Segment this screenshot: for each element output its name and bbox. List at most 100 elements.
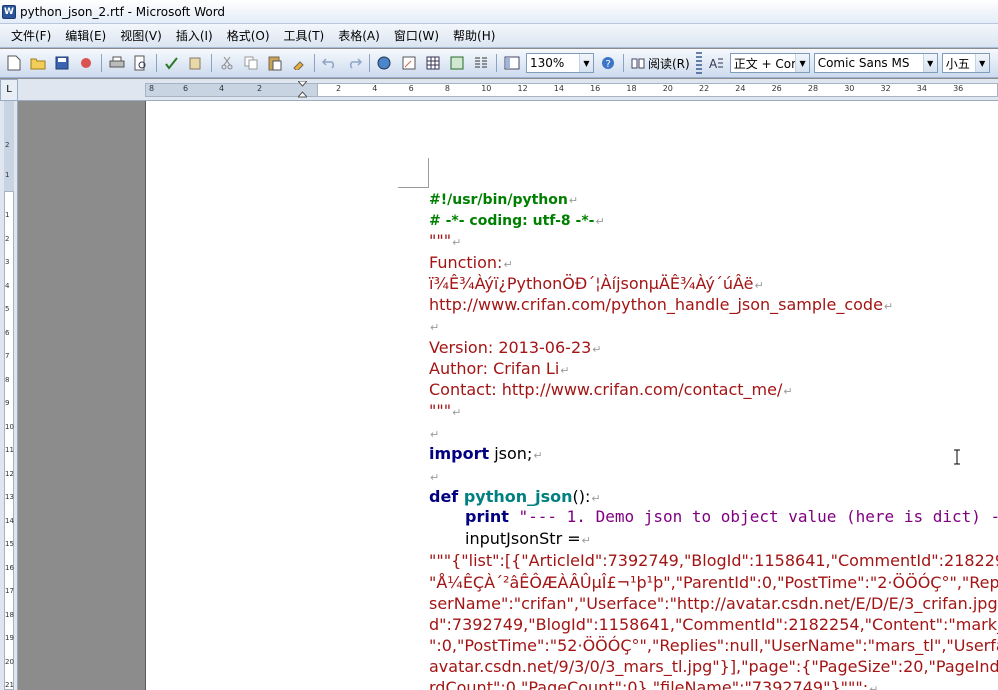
- code-line[interactable]: serName":"crifan","Userface":"http://ava…: [429, 594, 998, 614]
- code-line[interactable]: ↵: [429, 466, 439, 488]
- paragraph-mark-icon: ↵: [783, 385, 793, 398]
- cut-icon[interactable]: [217, 53, 237, 73]
- ruler-number: 20: [662, 84, 673, 93]
- paragraph-mark-icon: ↵: [430, 471, 440, 484]
- chevron-down-icon[interactable]: ▼: [974, 54, 989, 72]
- print-icon[interactable]: [107, 53, 127, 73]
- code-line[interactable]: Version: 2013-06-23↵: [429, 338, 602, 360]
- code-line[interactable]: ï¾Ê¾Àýï¿PythonÖÐ´¦ÀíjsonµÄÊ¾Àý´úÂë↵: [429, 274, 764, 296]
- reading-mode-button[interactable]: 阅读(R): [627, 55, 694, 72]
- toolbar-separator: [369, 54, 370, 72]
- columns-icon[interactable]: [471, 53, 491, 73]
- reading-mode-label: 阅读(R): [648, 56, 690, 71]
- help-icon[interactable]: ?: [598, 53, 618, 73]
- code-line[interactable]: Author: Crifan Li↵: [429, 359, 570, 381]
- menu-insert[interactable]: 插入(I): [169, 27, 220, 44]
- paragraph-mark-icon: ↵: [560, 364, 570, 377]
- code-line[interactable]: #!/usr/bin/python↵: [429, 189, 578, 211]
- horizontal-ruler[interactable]: 8 6 4 2 2 4 6 8 10 12 14 16 18 20 22 24 26 28 30 32 34 36: [18, 79, 998, 101]
- tables-borders-icon[interactable]: [399, 53, 419, 73]
- menu-tools[interactable]: 工具(T): [277, 27, 332, 44]
- save-disk-icon[interactable]: [52, 53, 72, 73]
- code-line[interactable]: inputJsonStr =↵: [465, 529, 591, 551]
- paste-icon[interactable]: [265, 53, 285, 73]
- menu-help[interactable]: 帮助(H): [446, 27, 502, 44]
- code-string: http://www.crifan.com/python_handle_json…: [429, 295, 883, 314]
- chevron-down-icon[interactable]: ▼: [579, 54, 593, 72]
- code-string: ï¾Ê¾Àýï¿PythonÖÐ´¦ÀíjsonµÄÊ¾Àý´úÂë: [429, 274, 754, 293]
- title-bar: W python_json_2.rtf - Microsoft Word: [0, 0, 998, 24]
- menu-file[interactable]: 文件(F): [4, 27, 58, 44]
- open-folder-icon[interactable]: [28, 53, 48, 73]
- menu-format[interactable]: 格式(O): [220, 27, 277, 44]
- code-string: """{"list":[{"ArticleId":7392749,"BlogId…: [429, 551, 998, 570]
- zoom-select[interactable]: 130% ▼: [526, 53, 594, 73]
- menu-window[interactable]: 窗口(W): [387, 27, 446, 44]
- document-map-icon[interactable]: [502, 53, 522, 73]
- styles-formatting-icon[interactable]: A: [706, 53, 726, 73]
- vruler-number: 2: [5, 141, 10, 149]
- crop-mark: [398, 187, 428, 188]
- font-size-select[interactable]: 小五 ▼: [941, 53, 990, 73]
- svg-text:A: A: [709, 57, 718, 70]
- ruler-number: 4: [219, 84, 225, 93]
- code-line[interactable]: """↵: [429, 401, 461, 423]
- code-string: avatar.csdn.net/9/3/0/3_mars_tl.jpg"}],"…: [429, 657, 998, 676]
- permission-icon[interactable]: [76, 53, 96, 73]
- code-line[interactable]: ↵: [429, 423, 439, 445]
- code-line[interactable]: print "--- 1. Demo json to object value …: [465, 507, 998, 529]
- ruler-number: 18: [626, 84, 637, 93]
- code-line[interactable]: rdCount":0,"PageCount":0},"fileName":"73…: [429, 678, 878, 690]
- font-select[interactable]: Comic Sans MS ▼: [813, 53, 938, 73]
- undo-icon[interactable]: [320, 53, 340, 73]
- code-line[interactable]: Contact: http://www.crifan.com/contact_m…: [429, 380, 793, 402]
- font-value: Comic Sans MS: [817, 56, 910, 70]
- code-string: Version: 2013-06-23: [429, 338, 592, 357]
- insert-table-icon[interactable]: [423, 53, 443, 73]
- toolbar-grip-handle[interactable]: [695, 52, 702, 74]
- toolbar-separator: [496, 54, 497, 72]
- code-line[interactable]: http://www.crifan.com/python_handle_json…: [429, 295, 893, 317]
- style-value: 正文 + Cor: [733, 56, 796, 71]
- research-icon[interactable]: [186, 53, 206, 73]
- document-page[interactable]: #!/usr/bin/python↵ # -*- coding: utf-8 -*…: [145, 101, 998, 690]
- document-area[interactable]: #!/usr/bin/python↵ # -*- coding: utf-8 -*…: [18, 101, 998, 690]
- code-line[interactable]: d":7392749,"BlogId":1158641,"CommentId":…: [429, 615, 998, 635]
- style-select[interactable]: 正文 + Cor ▼: [729, 53, 810, 73]
- menu-table[interactable]: 表格(A): [331, 27, 387, 44]
- code-line[interactable]: ":0,"PostTime":"52·ÖÖÓÇ°","Replies":null…: [429, 636, 998, 656]
- menu-edit[interactable]: 编辑(E): [58, 27, 113, 44]
- copy-icon[interactable]: [241, 53, 261, 73]
- vruler-number: 7: [5, 352, 10, 360]
- vruler-number: 15: [5, 540, 14, 548]
- chevron-down-icon[interactable]: ▼: [922, 54, 937, 72]
- code-line[interactable]: avatar.csdn.net/9/3/0/3_mars_tl.jpg"}],"…: [429, 657, 998, 677]
- format-painter-icon[interactable]: [289, 53, 309, 73]
- hyperlink-icon[interactable]: [375, 53, 395, 73]
- code-line[interactable]: Function:↵: [429, 253, 513, 275]
- code-line[interactable]: "Å¼ÊÇÀ´²âÊÔÆÀÂÛµÎ£¬¹þ¹þ","ParentId":0,"P…: [429, 573, 998, 593]
- vruler-number: 13: [5, 493, 14, 501]
- paragraph-mark-icon: ↵: [452, 236, 462, 249]
- code-string: rdCount":0,"PageCount":0},"fileName":"73…: [429, 678, 869, 690]
- vruler-number: 12: [5, 469, 14, 478]
- vruler-number: 17: [5, 587, 14, 595]
- indent-marker-icon[interactable]: [298, 81, 307, 99]
- new-document-icon[interactable]: [4, 53, 24, 73]
- code-line[interactable]: def python_json():↵: [429, 487, 601, 509]
- redo-icon[interactable]: [344, 53, 364, 73]
- code-line[interactable]: """↵: [429, 231, 461, 253]
- spelling-icon[interactable]: [162, 53, 182, 73]
- chevron-down-icon[interactable]: ▼: [795, 54, 809, 72]
- menu-view[interactable]: 视图(V): [113, 27, 169, 44]
- code-line[interactable]: import json;↵: [429, 444, 543, 466]
- insert-excel-icon[interactable]: [447, 53, 467, 73]
- word-app-icon[interactable]: W: [2, 4, 16, 19]
- tab-selector[interactable]: L: [0, 79, 18, 101]
- code-line[interactable]: ↵: [429, 316, 439, 338]
- vertical-ruler[interactable]: 2112345678910111213141516171819202122: [0, 101, 18, 690]
- code-line[interactable]: # -*- coding: utf-8 -*-↵: [429, 210, 605, 232]
- print-preview-icon[interactable]: [131, 53, 151, 73]
- vruler-number: 18: [5, 610, 14, 619]
- code-line[interactable]: """{"list":[{"ArticleId":7392749,"BlogId…: [429, 551, 998, 571]
